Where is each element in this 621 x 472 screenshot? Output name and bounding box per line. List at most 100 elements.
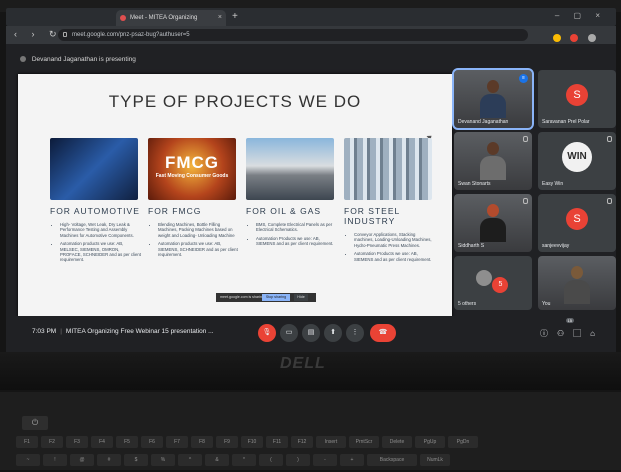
key[interactable]: $ [124,454,148,466]
key[interactable]: + [340,454,364,466]
others-avatars: 5 [476,270,509,293]
bullet: Conveyor Applications, Stacking machines… [354,232,436,248]
key[interactable]: - [313,454,337,466]
meeting-info: 7:03 PM | MITEA Organizing Free Webinar 15… [32,328,214,335]
column-heading: FOR FMCG [148,206,202,216]
key[interactable]: ) [286,454,310,466]
key[interactable]: PgDn [448,436,478,448]
key[interactable]: ~ [16,454,40,466]
present-button[interactable]: ⬆ [324,324,342,342]
fmcg-image: FMCG Fast Moving Consumer Goods [148,138,236,200]
key[interactable]: F11 [266,436,288,448]
fmcg-logo-subtext: Fast Moving Consumer Goods [155,173,229,179]
extension-icon[interactable] [570,34,579,42]
key[interactable]: F2 [41,436,63,448]
key[interactable]: ( [259,454,283,466]
participant-tile[interactable]: Swan Stonarts [454,132,532,190]
key[interactable]: F8 [191,436,213,448]
captions-button[interactable]: ▤ [302,324,320,342]
brand-logo: DELL [280,355,326,372]
key[interactable]: F1 [16,436,38,448]
bullet: High- Voltage, Wet Leak, Dry Leak & Perf… [60,222,142,238]
participant-avatar: S [566,208,588,230]
key[interactable]: Backspace [367,454,417,466]
key[interactable]: NumLk [420,454,450,466]
column-oil-gas: FOR OIL & GAS BMS, Complete Electrical P… [246,138,338,250]
new-tab-button[interactable]: + [232,10,238,24]
key[interactable]: % [151,454,175,466]
side-panel-buttons[interactable]: ⓘ⚇▢⌂ [540,328,604,339]
key[interactable]: * [232,454,256,466]
key[interactable]: F7 [166,436,188,448]
key[interactable]: ! [43,454,67,466]
participant-tile[interactable]: S sanjeevvijay [538,194,616,252]
hide-button[interactable]: Hide [294,294,308,301]
people-count-badge: 15 [565,318,574,323]
key[interactable]: # [97,454,121,466]
nav-buttons[interactable]: ‹ › ↻ [14,29,63,40]
tab-close-icon[interactable]: × [218,10,222,26]
key[interactable]: F6 [141,436,163,448]
mic-off-button[interactable]: 🎙 [258,324,276,342]
participant-logo: WIN [562,142,592,172]
participant-tile[interactable]: S Saravanan Prel Polar [538,70,616,128]
bullet: Blending Machines, Bottle Filling Machin… [158,222,240,238]
camera-button[interactable]: ▭ [280,324,298,342]
participant-tile[interactable]: ≡ Devanand Jaganathan [452,68,534,130]
participant-video [480,142,506,180]
key[interactable]: F4 [91,436,113,448]
mic-off-icon [523,136,528,142]
others-avatar-icon [476,270,492,286]
bullet: Automation Products we use: AB, SIEMENS … [256,236,338,247]
participant-tile[interactable]: WIN Easy Win [538,132,616,190]
extension-icons [548,29,608,60]
participant-tile[interactable]: 5 5 others [454,256,532,310]
presenter-avatar-icon [20,56,26,63]
key[interactable]: Insert [316,436,346,448]
participant-video [564,266,590,304]
key[interactable]: & [205,454,229,466]
profile-icon[interactable] [587,34,596,42]
key[interactable]: PrntScr [349,436,379,448]
power-key-icon[interactable]: ⏻ [22,416,48,430]
stop-sharing-button[interactable]: Stop sharing [262,294,290,301]
more-options-button[interactable]: ⋮ [346,324,364,342]
participant-name: Siddharth S [458,243,485,249]
slide-title: TYPE OF PROJECTS WE DO [108,92,362,111]
mic-off-icon [523,198,528,204]
lock-icon [63,32,67,37]
column-steel: FOR STEEL INDUSTRY Conveyor Applications… [344,138,436,265]
bullet: Automation products we use: AB, SIEMENS,… [158,241,240,257]
meet-window: Devanand Jaganathan is presenting TYPE O… [6,44,616,360]
key[interactable]: F3 [66,436,88,448]
participant-name: Swan Stonarts [458,181,491,187]
bullet: Automation Products we use: AB, SIEMENS … [354,251,436,262]
keyboard: F1 F2 F3 F4 F5 F6 F7 F8 F9 F10 F11 F12 Insert PrntScr… [0,392,621,470]
tab-title: Meet - MITEA Organizing [130,15,198,21]
column-automotive: FOR AUTOMOTIVE High- Voltage, Wet Leak, … [50,138,142,266]
key[interactable]: F12 [291,436,313,448]
key[interactable]: @ [70,454,94,466]
number-key-row: ~! @ # $% ^ & *() - + Backspace NumLk [16,454,616,468]
window-controls[interactable]: – ▢ × [555,11,606,20]
speaking-indicator-icon: ≡ [519,74,528,83]
key[interactable]: F10 [241,436,263,448]
key[interactable]: PgUp [415,436,445,448]
key[interactable]: F9 [216,436,238,448]
meeting-title: MITEA Organizing Free Webinar 15 present… [65,328,214,335]
participant-tile[interactable]: You [538,256,616,310]
column-heading: FOR OIL & GAS [246,206,322,216]
browser-tab[interactable]: Meet - MITEA Organizing × [116,10,226,26]
end-call-button[interactable]: ☎ [370,324,396,342]
clock-time: 7:03 PM [32,328,57,335]
participant-tile[interactable]: Siddharth S [454,194,532,252]
key[interactable]: Delete [382,436,412,448]
column-heading: FOR STEEL INDUSTRY [344,206,400,226]
participant-name: Saravanan Prel Polar [542,119,590,125]
fmcg-logo-text: FMCG [164,153,220,172]
key[interactable]: F5 [116,436,138,448]
star-icon[interactable] [553,34,561,42]
address-bar[interactable]: meet.google.com/pnz-psaz-bug?authuser=5 [58,29,528,41]
key[interactable]: ^ [178,454,202,466]
steel-image [344,138,432,200]
